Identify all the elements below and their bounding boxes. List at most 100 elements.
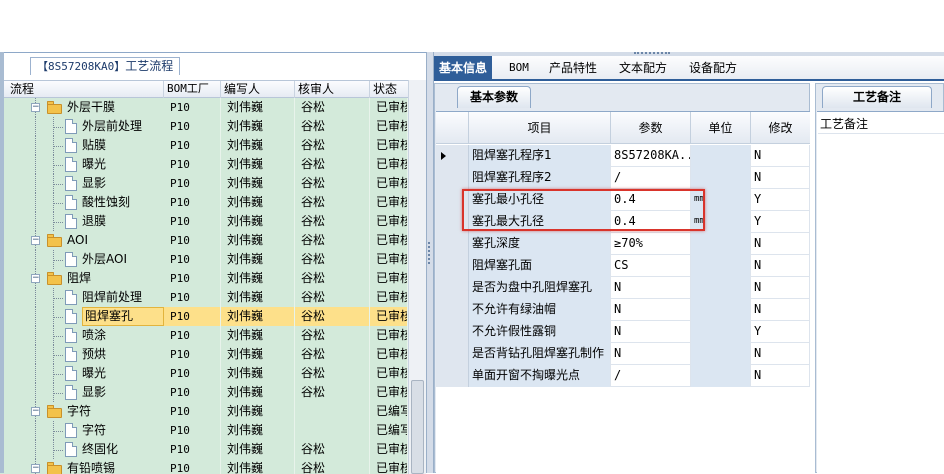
tree-node-label[interactable]: 显影 [82, 383, 106, 402]
tree-node-label[interactable]: 喷涂 [82, 326, 106, 345]
tree-row[interactable]: 喷涂 P10刘伟巍谷松已审核 [0, 326, 408, 345]
tree-node-label[interactable]: 外层AOI [82, 250, 127, 269]
tree-row[interactable]: − 外层干膜 P10刘伟巍谷松已审核 [0, 98, 408, 117]
current-row-indicator-icon[interactable] [436, 145, 469, 167]
tree-node-label[interactable]: 贴膜 [82, 136, 106, 155]
param-value[interactable]: 0.4 [611, 189, 691, 211]
tree-row[interactable]: − 阻焊 P10刘伟巍谷松已审核 [0, 269, 408, 288]
splitter-grip-horizontal[interactable] [634, 52, 670, 55]
tree-row[interactable]: 酸性蚀刻 P10刘伟巍谷松已审核 [0, 193, 408, 212]
row-header[interactable] [436, 211, 469, 233]
tree-row[interactable]: − AOI P10刘伟巍谷松已审核 [0, 231, 408, 250]
tree-row[interactable]: 外层前处理 P10刘伟巍谷松已审核 [0, 117, 408, 136]
tab-basic-info[interactable]: 基本信息 [434, 56, 493, 81]
row-header[interactable] [436, 299, 469, 321]
tree-row[interactable]: 显影 P10刘伟巍谷松已审核 [0, 383, 408, 402]
tree-vertical-scrollbar[interactable] [408, 80, 426, 474]
param-value[interactable]: / [611, 167, 691, 189]
tree-node-label[interactable]: 阻焊前处理 [82, 288, 142, 307]
tree-node-label[interactable]: 显影 [82, 174, 106, 193]
param-value[interactable]: CS [611, 255, 691, 277]
tree-node-label[interactable]: 退膜 [82, 212, 106, 231]
param-row[interactable]: 阻焊塞孔程序18S57208KA... N [436, 145, 810, 167]
tree-node-label[interactable]: 预烘 [82, 345, 106, 364]
tree-node-label[interactable]: AOI [67, 231, 88, 250]
row-header[interactable] [436, 255, 469, 277]
param-row[interactable]: 是否背钻孔阻焊塞孔制作 N N [436, 343, 810, 365]
tree-row[interactable]: 显影 P10刘伟巍谷松已审核 [0, 174, 408, 193]
tree-node-label[interactable]: 字符 [82, 421, 106, 440]
row-header[interactable] [436, 167, 469, 189]
column-header-process[interactable]: 流程 [0, 81, 164, 98]
tab-text-recipe[interactable]: 文本配方 [614, 57, 672, 79]
tree-row[interactable]: 退膜 P10刘伟巍谷松已审核 [0, 212, 408, 231]
tree-node-label[interactable]: 曝光 [82, 364, 106, 383]
tree-row[interactable]: 终固化 P10刘伟巍谷松已审核 [0, 440, 408, 459]
row-header[interactable] [436, 343, 469, 365]
tree-node-label[interactable]: 阻焊 [67, 269, 91, 288]
left-edge-splitter[interactable] [0, 52, 4, 473]
tree-expander-icon[interactable]: − [31, 236, 40, 245]
grid-header-unit[interactable]: 单位 [691, 112, 751, 144]
tree-scrollbar-thumb[interactable] [411, 380, 424, 474]
tree-row[interactable]: 贴膜 P10刘伟巍谷松已审核 [0, 136, 408, 155]
tab-product-features[interactable]: 产品特性 [544, 57, 602, 79]
tree-node-label[interactable]: 酸性蚀刻 [82, 193, 130, 212]
splitter-grip[interactable] [428, 242, 432, 264]
tree-row[interactable]: 曝光 P10刘伟巍谷松已审核 [0, 155, 408, 174]
tree-node-label[interactable]: 字符 [67, 402, 91, 421]
param-row[interactable]: 塞孔深度 ≥70% N [436, 233, 810, 255]
param-value[interactable]: ≥70% [611, 233, 691, 255]
param-value[interactable]: N [611, 343, 691, 365]
param-value[interactable]: 0.4 [611, 211, 691, 233]
tree-expander-icon[interactable]: − [31, 464, 40, 473]
vertical-splitter[interactable] [426, 52, 434, 473]
tree-row[interactable]: 预烘 P10刘伟巍谷松已审核 [0, 345, 408, 364]
param-row[interactable]: 塞孔最大孔径 0.4 mm Y [436, 211, 810, 233]
column-header-bom-factory[interactable]: BOM工厂 [164, 81, 221, 98]
grid-header-modify[interactable]: 修改 [751, 112, 810, 144]
column-header-reviewer[interactable]: 核审人 [295, 81, 370, 98]
tree-row[interactable]: − 字符 P10刘伟巍 已编写 [0, 402, 408, 421]
tree-row[interactable]: 曝光 P10刘伟巍谷松已审核 [0, 364, 408, 383]
param-value[interactable]: N [611, 299, 691, 321]
param-value[interactable]: 8S57208KA... [611, 145, 691, 167]
tree-node-label[interactable]: 阻焊塞孔 [82, 307, 164, 326]
tree-row[interactable]: − 有铅喷锡 P10刘伟巍谷松已审核 [0, 459, 408, 474]
tree-row[interactable]: 阻焊前处理 P10刘伟巍谷松已审核 [0, 288, 408, 307]
param-row[interactable]: 单面开窗不掏曝光点 / N [436, 365, 810, 387]
tree-expander-icon[interactable]: − [31, 407, 40, 416]
tab-bom[interactable]: BOM [504, 57, 534, 79]
tree-node-label[interactable]: 有铅喷锡 [67, 459, 115, 474]
param-row[interactable]: 塞孔最小孔径 0.4 mm Y [436, 189, 810, 211]
tree-node-label[interactable]: 曝光 [82, 155, 106, 174]
tree-node-label[interactable]: 终固化 [82, 440, 118, 459]
tree-node-label[interactable]: 外层干膜 [67, 98, 115, 117]
tree-node-label[interactable]: 外层前处理 [82, 117, 142, 136]
param-row[interactable]: 是否为盘中孔阻焊塞孔 N N [436, 277, 810, 299]
param-row[interactable]: 阻焊塞孔面 CS N [436, 255, 810, 277]
row-header[interactable] [436, 277, 469, 299]
subtab-process-remark[interactable]: 工艺备注 [822, 86, 932, 108]
param-value[interactable]: N [611, 321, 691, 343]
param-row[interactable]: 不允许有绿油帽 N N [436, 299, 810, 321]
param-row[interactable]: 阻焊塞孔程序2/ N [436, 167, 810, 189]
row-header[interactable] [436, 233, 469, 255]
grid-header-item[interactable]: 项目 [469, 112, 611, 144]
row-header[interactable] [436, 189, 469, 211]
row-header[interactable] [436, 321, 469, 343]
subtab-basic-params[interactable]: 基本参数 [457, 86, 532, 108]
param-row[interactable]: 不允许假性露铜 N Y [436, 321, 810, 343]
grid-header-value[interactable]: 参数 [611, 112, 691, 144]
tree-row[interactable]: 外层AOI P10刘伟巍谷松已审核 [0, 250, 408, 269]
tree-row[interactable]: 阻焊塞孔P10刘伟巍谷松已审核 [0, 307, 408, 326]
row-header[interactable] [436, 365, 469, 387]
param-value[interactable]: N [611, 277, 691, 299]
tab-equipment-recipe[interactable]: 设备配方 [684, 57, 742, 79]
tree-row[interactable]: 字符 P10刘伟巍 已编写 [0, 421, 408, 440]
param-value[interactable]: / [611, 365, 691, 387]
tree-expander-icon[interactable]: − [31, 103, 40, 112]
column-header-status[interactable]: 状态 [370, 81, 408, 98]
column-header-author[interactable]: 编写人 [221, 81, 295, 98]
tree-expander-icon[interactable]: − [31, 274, 40, 283]
